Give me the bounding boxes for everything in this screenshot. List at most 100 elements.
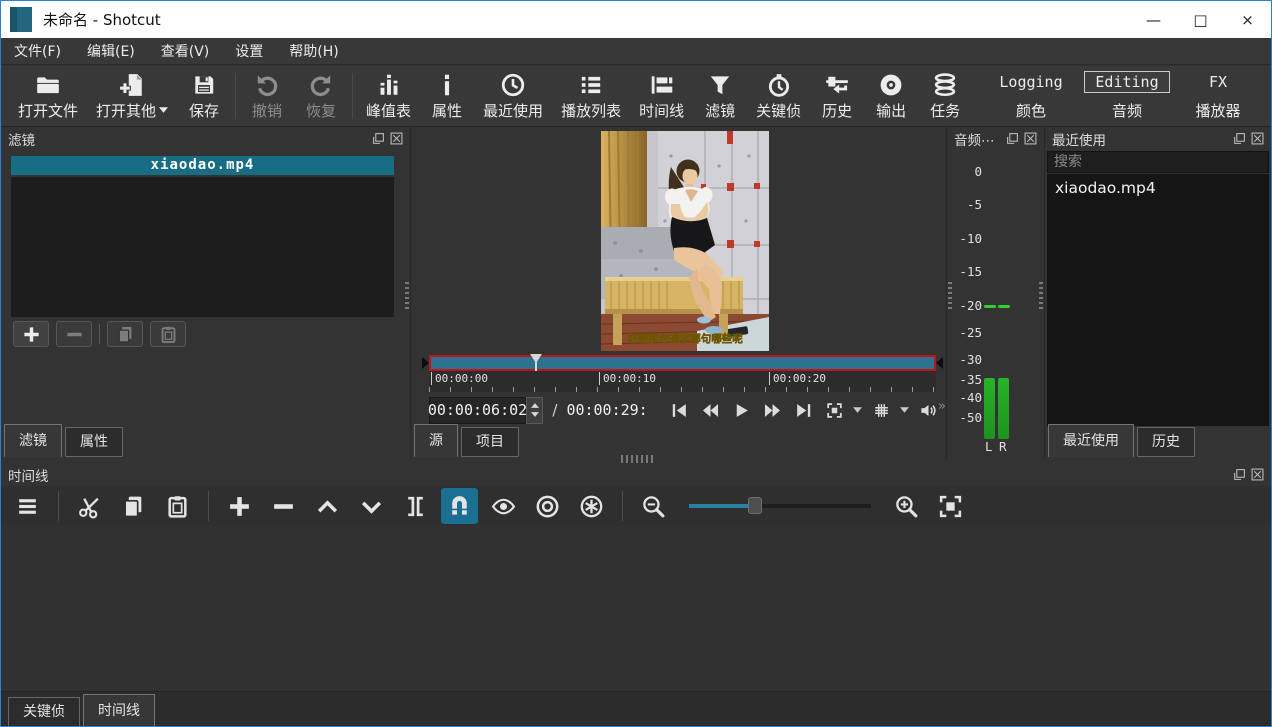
time-ruler[interactable]: 00:00:0000:00:1000:00:20: [429, 371, 936, 392]
paste-button[interactable]: [159, 488, 196, 524]
float-panel-icon[interactable]: [1233, 132, 1246, 145]
spin-down-icon[interactable]: [531, 412, 539, 417]
timeline-button[interactable]: 时间线: [630, 70, 693, 123]
scrub-while-dragging-button[interactable]: [485, 488, 522, 524]
filters-label: 滤镜: [705, 100, 735, 121]
ripple-delete-button[interactable]: [265, 488, 302, 524]
menu-settings[interactable]: 设置: [222, 37, 276, 65]
maximize-button[interactable]: □: [1177, 1, 1224, 38]
timeline-tracks-area[interactable]: [1, 526, 1271, 691]
close-panel-icon[interactable]: [1251, 132, 1264, 145]
toolbar-overflow-indicator[interactable]: »: [938, 399, 946, 414]
filters-tab-filters[interactable]: 滤镜: [4, 424, 62, 457]
add-filter-button[interactable]: [13, 321, 49, 347]
ripple-all-tracks-button[interactable]: [573, 488, 610, 524]
menu-view[interactable]: 查看(V): [148, 37, 223, 65]
layout-player[interactable]: 播放器: [1195, 100, 1240, 121]
player-tab-project[interactable]: 项目: [461, 427, 519, 457]
bottom-tab-timeline[interactable]: 时间线: [83, 694, 155, 727]
play-button[interactable]: [727, 398, 755, 422]
zoom-out-button[interactable]: [635, 488, 672, 524]
zoom-in-button[interactable]: [888, 488, 925, 524]
slider-thumb[interactable]: [748, 497, 762, 514]
snap-toggle-button[interactable]: [441, 488, 478, 524]
float-panel-icon[interactable]: [1006, 132, 1019, 145]
grid-menu-caret[interactable]: [898, 398, 911, 422]
toggle-zoom-button[interactable]: [820, 398, 848, 422]
close-panel-icon[interactable]: [390, 132, 403, 145]
cut-button[interactable]: [71, 488, 108, 524]
player-tab-source[interactable]: 源: [414, 424, 458, 457]
open-file-button[interactable]: 打开文件: [9, 70, 87, 123]
selected-range[interactable]: [429, 355, 936, 371]
menubar: 文件(F)编辑(E)查看(V)设置帮助(H): [1, 38, 1271, 65]
layout-editing[interactable]: Editing: [1084, 71, 1169, 93]
redo-button[interactable]: 恢复: [294, 70, 348, 123]
close-panel-icon[interactable]: [1251, 468, 1264, 481]
float-panel-icon[interactable]: [1233, 468, 1246, 481]
skip-to-end-button[interactable]: [789, 398, 817, 422]
overwrite-button[interactable]: [353, 488, 390, 524]
skip-to-start-button[interactable]: [665, 398, 693, 422]
recent-tab-recent[interactable]: 最近使用: [1048, 424, 1134, 457]
current-clip-bar[interactable]: xiaodao.mp4: [11, 156, 394, 175]
jobs-button[interactable]: 任务: [918, 70, 972, 123]
splitter-handle[interactable]: [948, 282, 952, 312]
layout-fx[interactable]: FX: [1209, 73, 1227, 91]
copy-filters-button[interactable]: [107, 321, 143, 347]
grid-button[interactable]: [867, 398, 895, 422]
minimize-button[interactable]: —: [1130, 1, 1177, 38]
close-panel-icon[interactable]: [1024, 132, 1037, 145]
append-button[interactable]: [221, 488, 258, 524]
keyframes-button[interactable]: 关键侦: [747, 70, 810, 123]
search-input[interactable]: [1047, 151, 1269, 173]
bottom-tab-keyframes[interactable]: 关键侦: [8, 697, 80, 727]
current-time-field[interactable]: 00:00:06:02: [429, 397, 526, 424]
float-panel-icon[interactable]: [372, 132, 385, 145]
recent-icon: [500, 72, 526, 98]
spin-up-icon[interactable]: [531, 403, 539, 408]
save-button[interactable]: 保存: [177, 70, 231, 123]
playlist-button[interactable]: 播放列表: [552, 70, 630, 123]
lift-button[interactable]: [309, 488, 346, 524]
open-file-label: 打开文件: [18, 100, 78, 121]
menu-file[interactable]: 文件(F): [1, 37, 74, 65]
peak-meter-button[interactable]: 峰值表: [357, 70, 420, 123]
recent-list[interactable]: xiaodao.mp4: [1047, 174, 1269, 426]
splitter-handle[interactable]: [405, 282, 409, 312]
menu-help[interactable]: 帮助(H): [276, 37, 351, 65]
menu-edit[interactable]: 编辑(E): [74, 37, 148, 65]
history-button[interactable]: 历史: [810, 70, 864, 123]
split-button[interactable]: [397, 488, 434, 524]
ripple-toggle-button[interactable]: [529, 488, 566, 524]
zoom-menu-caret[interactable]: [851, 398, 864, 422]
timeline-zoom-slider[interactable]: [689, 488, 871, 524]
filters-tab-properties[interactable]: 属性: [65, 427, 123, 457]
scrub-bar[interactable]: [429, 355, 936, 371]
recent-tab-history[interactable]: 历史: [1137, 427, 1195, 457]
close-button[interactable]: ×: [1224, 1, 1271, 38]
layout-color[interactable]: 颜色: [1016, 100, 1046, 121]
recent-button[interactable]: 最近使用: [474, 70, 552, 123]
layout-logging[interactable]: Logging: [999, 73, 1062, 91]
trim-in-handle[interactable]: [422, 357, 429, 369]
splitter-handle[interactable]: [1039, 282, 1043, 312]
fast-forward-button[interactable]: [758, 398, 786, 422]
rewind-button[interactable]: [696, 398, 724, 422]
timeline-label: 时间线: [639, 100, 684, 121]
filters-list[interactable]: [11, 177, 394, 317]
trim-out-handle[interactable]: [936, 357, 943, 369]
filters-button[interactable]: 滤镜: [693, 70, 747, 123]
time-spinner[interactable]: [526, 397, 543, 424]
zoom-fit-button[interactable]: [932, 488, 969, 524]
paste-filters-button[interactable]: [150, 321, 186, 347]
open-other-button[interactable]: 打开其他: [87, 70, 177, 123]
remove-filter-button[interactable]: [56, 321, 92, 347]
layout-audio[interactable]: 音频: [1112, 100, 1142, 121]
undo-button[interactable]: 撤销: [240, 70, 294, 123]
export-button[interactable]: 输出: [864, 70, 918, 123]
properties-button[interactable]: 属性: [420, 70, 474, 123]
timeline-menu-button[interactable]: [9, 488, 46, 524]
recent-list-item[interactable]: xiaodao.mp4: [1047, 174, 1269, 202]
copy-button[interactable]: [115, 488, 152, 524]
